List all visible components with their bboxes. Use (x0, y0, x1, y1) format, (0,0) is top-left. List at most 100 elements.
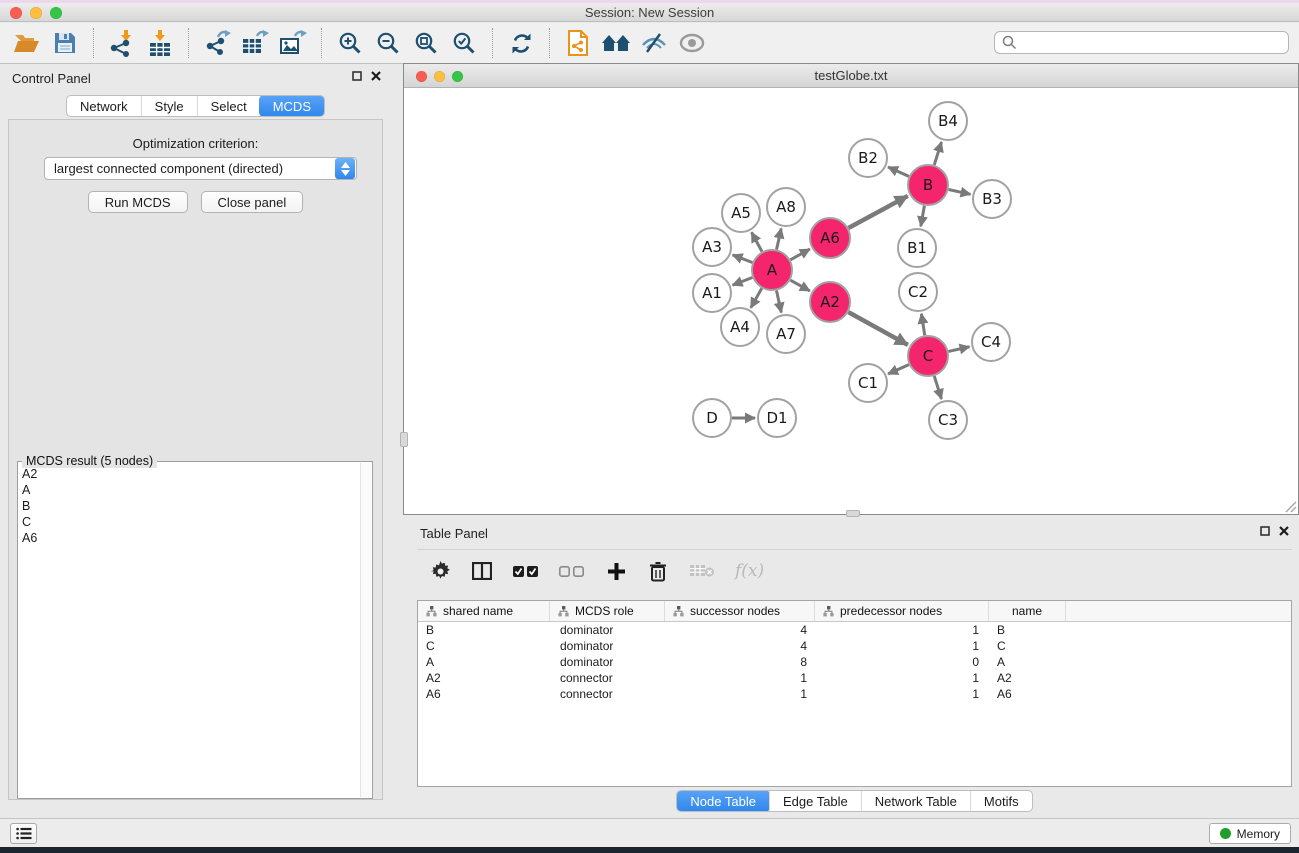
split-divider-handle[interactable] (846, 510, 860, 517)
graph-node-A5[interactable]: A5 (722, 194, 760, 232)
graph-edge[interactable] (733, 278, 753, 286)
import-table-icon[interactable] (141, 26, 179, 60)
graph-node-B[interactable]: B (908, 165, 948, 205)
task-history-button[interactable] (10, 823, 37, 844)
graph-edge[interactable] (751, 288, 762, 308)
table-cell[interactable]: dominator (550, 622, 665, 638)
graph-node-B4[interactable]: B4 (929, 102, 967, 140)
graph-node-A2[interactable]: A2 (810, 282, 850, 322)
graph-edge[interactable] (934, 142, 941, 165)
network-window-titlebar[interactable]: testGlobe.txt (404, 64, 1298, 88)
column-header-successor-nodes[interactable]: successor nodes (665, 601, 815, 621)
refresh-icon[interactable] (502, 26, 540, 60)
table-row[interactable]: A6connector11A6 (418, 686, 1291, 702)
graph-edge[interactable] (848, 312, 907, 345)
table-cell[interactable]: A6 (989, 686, 1066, 702)
table-cell[interactable]: 1 (815, 638, 989, 654)
export-image-icon[interactable] (274, 26, 312, 60)
table-row[interactable]: Adominator80A (418, 654, 1291, 670)
table-cell[interactable]: dominator (550, 638, 665, 654)
table-cell[interactable]: C (418, 638, 550, 654)
graph-node-D[interactable]: D (693, 399, 731, 437)
export-network-icon[interactable] (198, 26, 236, 60)
mcds-result-list[interactable]: A2ABCA6 (22, 466, 358, 796)
search-input[interactable] (1022, 33, 1288, 52)
search-field[interactable] (994, 31, 1289, 54)
table-cell[interactable]: B (989, 622, 1066, 638)
float-panel-icon[interactable] (1260, 526, 1270, 536)
table-cell[interactable]: A (418, 654, 550, 670)
select-all-icon[interactable] (513, 558, 539, 584)
graph-node-A8[interactable]: A8 (767, 188, 805, 226)
table-row[interactable]: Cdominator41C (418, 638, 1291, 654)
result-item[interactable]: B (22, 498, 358, 514)
graph-edge[interactable] (790, 249, 809, 260)
tab-node-table[interactable]: Node Table (676, 790, 770, 812)
delete-table-icon[interactable] (689, 558, 715, 584)
delete-row-icon[interactable] (647, 558, 669, 584)
table-cell[interactable]: A6 (418, 686, 550, 702)
table-cell[interactable]: 0 (815, 654, 989, 670)
close-panel-icon[interactable] (1279, 526, 1289, 536)
deselect-all-icon[interactable] (559, 558, 585, 584)
column-view-icon[interactable] (471, 558, 493, 584)
graph-node-C4[interactable]: C4 (972, 323, 1010, 361)
graph-node-A[interactable]: A (752, 250, 792, 290)
graph-edge[interactable] (949, 189, 971, 194)
graph-edge[interactable] (776, 291, 781, 313)
graph-node-B1[interactable]: B1 (898, 229, 936, 267)
table-cell[interactable]: B (418, 622, 550, 638)
zoom-in-icon[interactable] (331, 26, 369, 60)
tab-edge-table[interactable]: Edge Table (769, 791, 861, 811)
table-cell[interactable]: 1 (815, 686, 989, 702)
graph-node-C3[interactable]: C3 (929, 401, 967, 439)
tab-network[interactable]: Network (67, 96, 141, 116)
graph-edge[interactable] (733, 255, 753, 263)
save-session-icon[interactable] (46, 26, 84, 60)
zoom-out-icon[interactable] (369, 26, 407, 60)
tab-motifs[interactable]: Motifs (970, 791, 1032, 811)
result-scrollbar[interactable] (360, 463, 371, 797)
function-builder-icon[interactable]: f(x) (735, 558, 764, 584)
graph-edge[interactable] (848, 196, 907, 228)
run-mcds-button[interactable]: Run MCDS (88, 191, 188, 213)
close-panel-button[interactable]: Close panel (201, 191, 304, 213)
resize-grip-icon[interactable] (1283, 499, 1297, 513)
graph-edge[interactable] (934, 376, 941, 399)
graph-edge[interactable] (921, 314, 924, 336)
result-item[interactable]: A (22, 482, 358, 498)
network-from-file-icon[interactable] (559, 26, 597, 60)
zoom-fit-icon[interactable] (407, 26, 445, 60)
table-row[interactable]: A2connector11A2 (418, 670, 1291, 686)
table-cell[interactable]: connector (550, 670, 665, 686)
table-cell[interactable]: 4 (665, 622, 815, 638)
memory-button[interactable]: Memory (1209, 823, 1291, 844)
graph-edge[interactable] (948, 347, 969, 352)
graph-node-A6[interactable]: A6 (810, 218, 850, 258)
tab-mcds[interactable]: MCDS (259, 95, 325, 117)
graph-node-A4[interactable]: A4 (721, 308, 759, 346)
table-cell[interactable]: 1 (665, 686, 815, 702)
graph-node-C1[interactable]: C1 (849, 364, 887, 402)
graph-edge[interactable] (752, 232, 762, 251)
graph-edge[interactable] (888, 167, 909, 176)
result-item[interactable]: A2 (22, 466, 358, 482)
graph-node-C2[interactable]: C2 (899, 273, 937, 311)
graph-node-A7[interactable]: A7 (767, 315, 805, 353)
table-cell[interactable]: dominator (550, 654, 665, 670)
table-cell[interactable]: 1 (815, 622, 989, 638)
table-row[interactable]: Bdominator41B (418, 622, 1291, 638)
graph-node-B2[interactable]: B2 (849, 139, 887, 177)
criterion-dropdown[interactable]: largest connected component (directed) (44, 157, 357, 180)
table-cell[interactable]: 1 (815, 670, 989, 686)
add-row-icon[interactable] (605, 558, 627, 584)
table-cell[interactable]: 1 (665, 670, 815, 686)
graph-edge[interactable] (790, 280, 809, 291)
table-cell[interactable]: A (989, 654, 1066, 670)
hide-unselected-icon[interactable] (635, 26, 673, 60)
tab-style[interactable]: Style (141, 96, 197, 116)
network-canvas[interactable]: AA1A2A3A4A5A6A7A8BB1B2B3B4CC1C2C3C4DD1 (404, 88, 1298, 514)
float-panel-icon[interactable] (352, 71, 362, 81)
graph-node-B3[interactable]: B3 (973, 180, 1011, 218)
graph-edge[interactable] (921, 206, 925, 227)
